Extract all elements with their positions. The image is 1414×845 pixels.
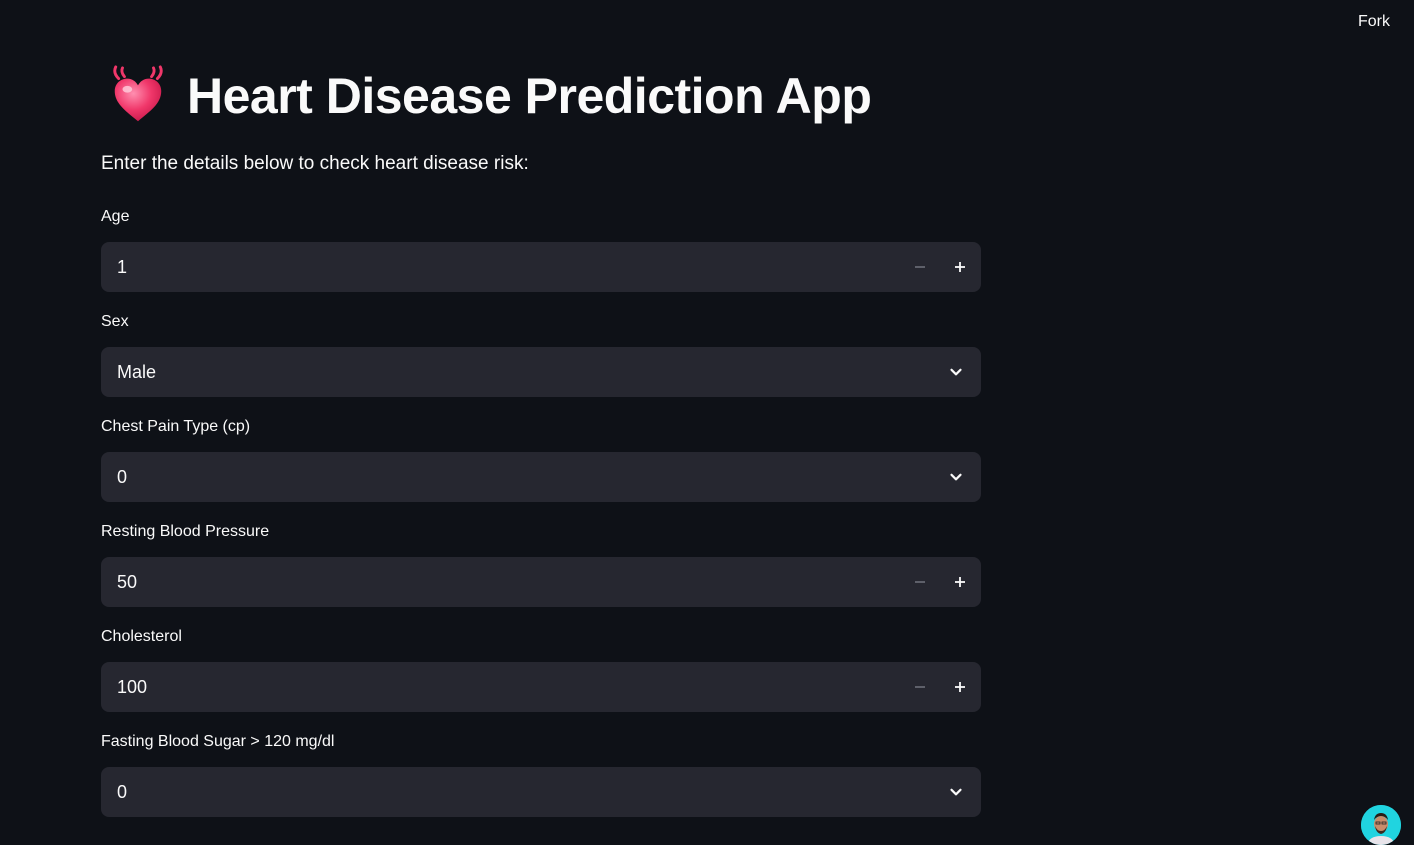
chevron-down-icon (950, 788, 962, 796)
age-label: Age (101, 208, 130, 225)
chol-field: Cholesterol 100 (101, 625, 981, 712)
cp-field: Chest Pain Type (cp) 0 (101, 415, 981, 502)
user-avatar[interactable] (1361, 805, 1401, 845)
age-increment-button[interactable] (940, 242, 980, 292)
cp-label: Chest Pain Type (cp) (101, 418, 251, 435)
user-avatar-icon (1361, 805, 1401, 845)
top-bar: Fork (0, 0, 1414, 46)
age-number-input[interactable]: 1 (101, 242, 981, 292)
title-row: Heart Disease Prediction App (107, 64, 872, 128)
chol-label: Cholesterol (101, 628, 182, 645)
age-field: Age 1 (101, 205, 981, 292)
sex-label: Sex (101, 313, 129, 330)
fbs-selected-value[interactable]: 0 (101, 782, 931, 803)
chol-value[interactable]: 100 (101, 677, 900, 698)
minus-icon (915, 686, 925, 688)
fbs-field: Fasting Blood Sugar > 120 mg/dl 0 (101, 730, 981, 817)
chol-increment-button[interactable] (940, 662, 980, 712)
fbs-select[interactable]: 0 (101, 767, 981, 817)
trestbps-decrement-button[interactable] (900, 557, 940, 607)
cp-select[interactable]: 0 (101, 452, 981, 502)
chol-decrement-button[interactable] (900, 662, 940, 712)
cp-selected-value[interactable]: 0 (101, 467, 931, 488)
chevron-down-icon (950, 368, 962, 376)
sex-field: Sex Male (101, 310, 981, 397)
chol-number-input[interactable]: 100 (101, 662, 981, 712)
trestbps-label: Resting Blood Pressure (101, 523, 270, 540)
trestbps-number-input[interactable]: 50 (101, 557, 981, 607)
plus-icon (955, 577, 965, 587)
sex-selected-value[interactable]: Male (101, 362, 931, 383)
fbs-dropdown-toggle[interactable] (931, 767, 981, 817)
trestbps-increment-button[interactable] (940, 557, 980, 607)
plus-icon (955, 682, 965, 692)
sex-dropdown-toggle[interactable] (931, 347, 981, 397)
age-value[interactable]: 1 (101, 257, 900, 278)
sex-select[interactable]: Male (101, 347, 981, 397)
plus-icon (955, 262, 965, 272)
chevron-down-icon (950, 473, 962, 481)
fbs-label: Fasting Blood Sugar > 120 mg/dl (101, 733, 335, 750)
trestbps-value[interactable]: 50 (101, 572, 900, 593)
fork-link[interactable]: Fork (1358, 13, 1390, 31)
trestbps-field: Resting Blood Pressure 50 (101, 520, 981, 607)
page-title: Heart Disease Prediction App (187, 68, 872, 124)
page-subtitle: Enter the details below to check heart d… (101, 153, 529, 174)
age-decrement-button[interactable] (900, 242, 940, 292)
minus-icon (915, 581, 925, 583)
minus-icon (915, 266, 925, 268)
cp-dropdown-toggle[interactable] (931, 452, 981, 502)
beating-heart-icon (113, 65, 163, 122)
